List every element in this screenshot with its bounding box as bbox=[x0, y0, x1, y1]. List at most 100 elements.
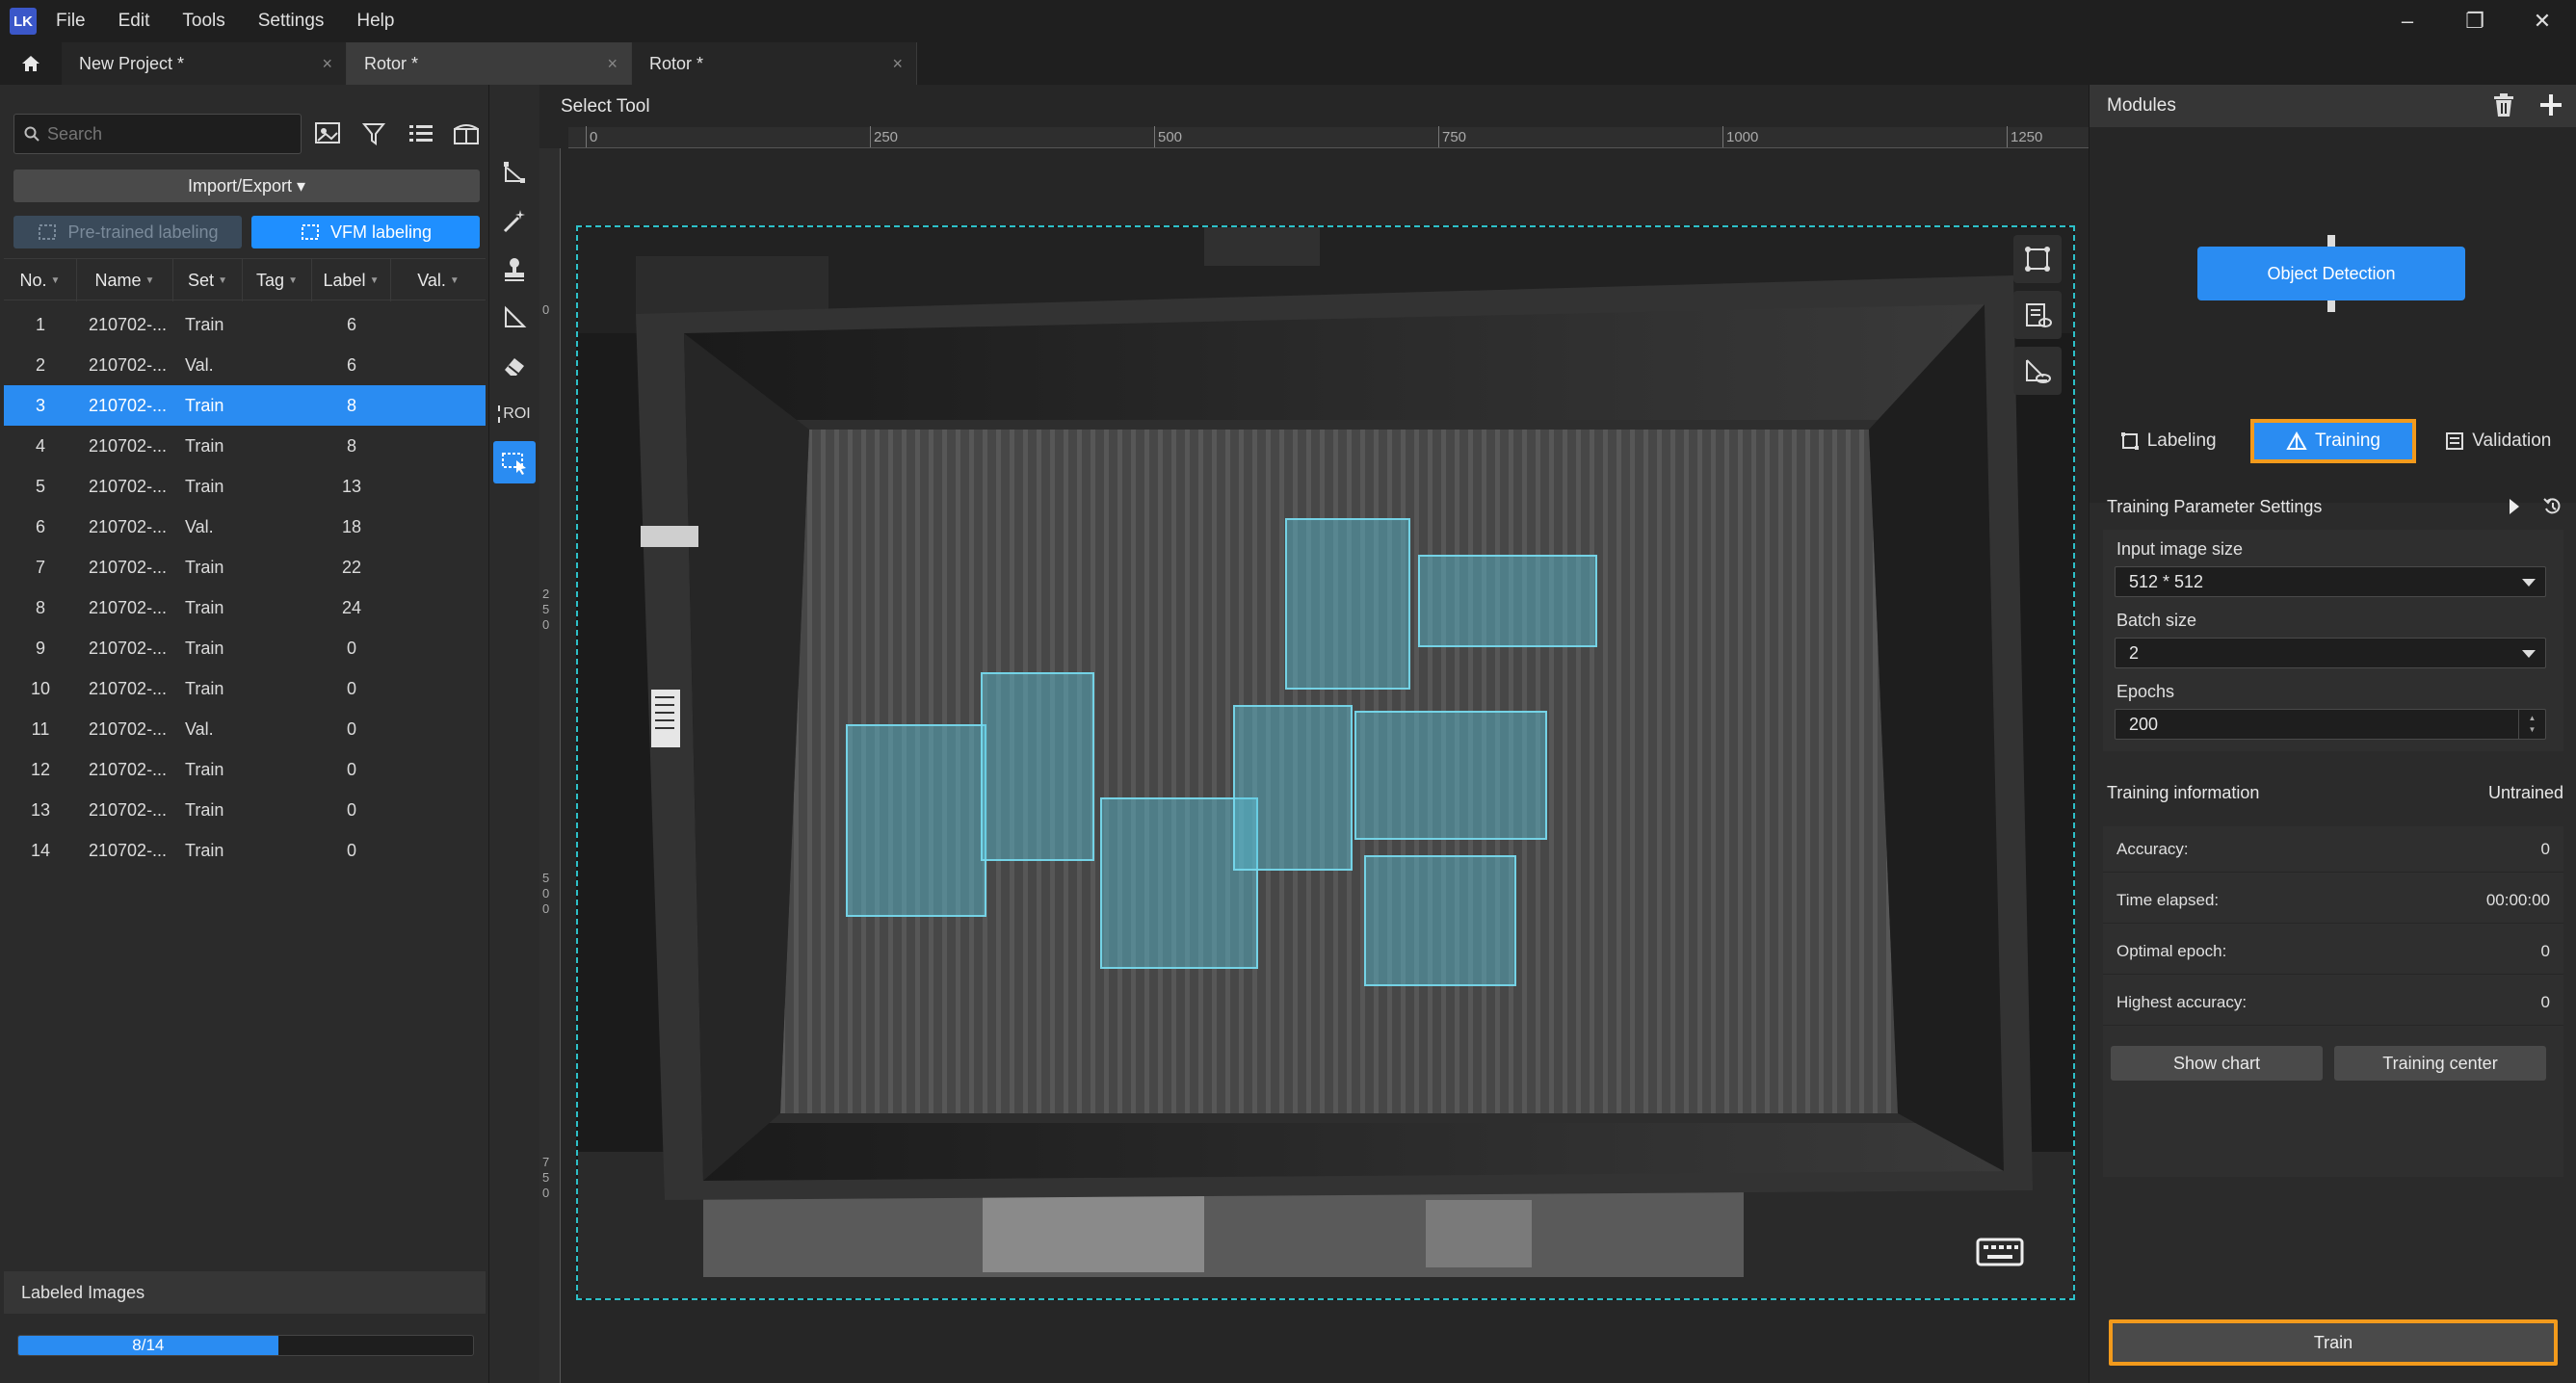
table-row[interactable]: 8 210702-... Train 24 bbox=[4, 587, 486, 628]
import-export-button[interactable]: Import/Export ▾ bbox=[13, 170, 480, 202]
trash-icon[interactable] bbox=[2492, 92, 2515, 123]
col-val[interactable]: Val. ▼ bbox=[391, 259, 486, 301]
vfm-labeling-button[interactable]: VFM labeling bbox=[251, 216, 480, 248]
list-icon[interactable] bbox=[402, 115, 440, 153]
roi-label: ROI bbox=[498, 405, 531, 423]
tab-new-project[interactable]: New Project * × bbox=[62, 42, 347, 85]
cell-tag bbox=[243, 709, 312, 749]
polygon-tool-icon[interactable] bbox=[493, 152, 536, 195]
tab-close-icon[interactable]: × bbox=[892, 54, 903, 74]
table-row[interactable]: 4 210702-... Train 8 bbox=[4, 426, 486, 466]
table-row[interactable]: 1 210702-... Train 6 bbox=[4, 304, 486, 345]
training-center-button[interactable]: Training center bbox=[2334, 1046, 2546, 1081]
mask-visibility-icon[interactable] bbox=[2013, 347, 2062, 395]
tab-labeling[interactable]: Labeling bbox=[2090, 419, 2247, 463]
col-set[interactable]: Set ▼ bbox=[173, 259, 243, 301]
menu-edit[interactable]: Edit bbox=[118, 11, 150, 32]
roi-tool[interactable]: ROI bbox=[493, 393, 536, 435]
table-row[interactable]: 5 210702-... Train 13 bbox=[4, 466, 486, 507]
menu-settings[interactable]: Settings bbox=[258, 11, 325, 32]
node-input-port[interactable] bbox=[2327, 235, 2335, 247]
bounding-box[interactable] bbox=[846, 724, 986, 917]
dataset-split-icon[interactable] bbox=[447, 115, 486, 153]
restore-icon[interactable]: ❐ bbox=[2441, 9, 2509, 34]
tab-training[interactable]: Training bbox=[2250, 419, 2416, 463]
play-icon[interactable] bbox=[2508, 497, 2521, 521]
cell-label: 0 bbox=[346, 678, 356, 698]
col-no[interactable]: No. ▼ bbox=[4, 259, 77, 301]
cell-set: Train bbox=[185, 476, 224, 496]
batch-size-select[interactable]: 2 bbox=[2115, 638, 2546, 668]
menu-file[interactable]: File bbox=[56, 11, 86, 32]
col-tag[interactable]: Tag ▼ bbox=[243, 259, 312, 301]
tab-bar: New Project * × Rotor * × Rotor * × bbox=[0, 42, 2576, 85]
filter-icon[interactable] bbox=[355, 115, 394, 153]
bounding-box[interactable] bbox=[1364, 855, 1516, 986]
train-button[interactable]: Train bbox=[2109, 1319, 2558, 1366]
tab-close-icon[interactable]: × bbox=[322, 54, 332, 74]
bounding-box[interactable] bbox=[1354, 711, 1547, 840]
input-size-value: 512 * 512 bbox=[2129, 571, 2204, 591]
tab-rotor[interactable]: Rotor * × bbox=[632, 42, 917, 85]
pretrained-labeling-button[interactable]: Pre-trained labeling bbox=[13, 216, 242, 248]
col-name[interactable]: Name ▼ bbox=[77, 259, 173, 301]
ruler-tick bbox=[586, 126, 587, 147]
tab-rotor-active[interactable]: Rotor * × bbox=[347, 42, 632, 85]
minimize-icon[interactable]: – bbox=[2374, 9, 2441, 34]
search-input[interactable] bbox=[47, 123, 288, 144]
bounding-box[interactable] bbox=[1285, 518, 1410, 690]
modules-title: Modules bbox=[2107, 95, 2176, 116]
table-row[interactable]: 10 210702-... Train 0 bbox=[4, 668, 486, 709]
cell-label: 0 bbox=[346, 759, 356, 779]
add-module-icon[interactable] bbox=[2538, 92, 2563, 123]
cell-no: 7 bbox=[35, 557, 45, 577]
epochs-stepper[interactable]: ▲ ▼ bbox=[2518, 710, 2545, 739]
magic-wand-icon[interactable] bbox=[493, 200, 536, 243]
close-window-icon[interactable]: ✕ bbox=[2509, 9, 2576, 34]
labeling-icon bbox=[2120, 432, 2139, 450]
cell-name: 210702-... bbox=[89, 354, 168, 375]
home-icon[interactable] bbox=[0, 42, 62, 85]
bounding-box[interactable] bbox=[1418, 555, 1597, 647]
cell-label: 24 bbox=[341, 597, 362, 617]
cell-val bbox=[391, 507, 486, 547]
image-settings-icon[interactable] bbox=[309, 115, 348, 153]
stamp-tool-icon[interactable] bbox=[493, 248, 536, 291]
table-row[interactable]: 13 210702-... Train 0 bbox=[4, 790, 486, 830]
table-row[interactable]: 6 210702-... Val. 18 bbox=[4, 507, 486, 547]
table-row[interactable]: 3 210702-... Train 8 bbox=[4, 385, 486, 426]
bounding-box[interactable] bbox=[1233, 705, 1353, 871]
tab-validation[interactable]: Validation bbox=[2420, 419, 2576, 463]
table-row[interactable]: 11 210702-... Val. 0 bbox=[4, 709, 486, 749]
show-chart-button[interactable]: Show chart bbox=[2111, 1046, 2323, 1081]
tab-validation-label: Validation bbox=[2472, 431, 2552, 451]
cell-no: 6 bbox=[35, 516, 45, 536]
corner-tool-icon[interactable] bbox=[493, 297, 536, 339]
reset-icon[interactable] bbox=[2542, 496, 2563, 522]
menu-help[interactable]: Help bbox=[356, 11, 394, 32]
select-tool-icon[interactable] bbox=[493, 441, 536, 483]
table-row[interactable]: 7 210702-... Train 22 bbox=[4, 547, 486, 587]
search-box[interactable] bbox=[13, 114, 302, 154]
table-row[interactable]: 14 210702-... Train 0 bbox=[4, 830, 486, 871]
node-output-port[interactable] bbox=[2327, 300, 2335, 312]
sort-icon: ▼ bbox=[449, 274, 460, 286]
object-detection-node[interactable]: Object Detection bbox=[2197, 247, 2465, 300]
eraser-icon[interactable] bbox=[493, 345, 536, 387]
bounding-box[interactable] bbox=[981, 672, 1094, 861]
show-labels-icon[interactable] bbox=[2013, 291, 2062, 339]
epochs-input[interactable]: 200 ▲ ▼ bbox=[2115, 709, 2546, 740]
keyboard-icon[interactable] bbox=[1973, 1233, 2027, 1271]
cell-name: 210702-... bbox=[89, 476, 168, 496]
cell-no: 1 bbox=[35, 314, 45, 334]
image-viewport[interactable] bbox=[576, 225, 2075, 1300]
table-row[interactable]: 12 210702-... Train 0 bbox=[4, 749, 486, 790]
fit-view-icon[interactable] bbox=[2013, 235, 2062, 283]
tab-close-icon[interactable]: × bbox=[607, 54, 618, 74]
input-size-select[interactable]: 512 * 512 bbox=[2115, 566, 2546, 597]
table-row[interactable]: 2 210702-... Val. 6 bbox=[4, 345, 486, 385]
table-row[interactable]: 9 210702-... Train 0 bbox=[4, 628, 486, 668]
menu-tools[interactable]: Tools bbox=[182, 11, 224, 32]
col-label[interactable]: Label ▼ bbox=[312, 259, 391, 301]
info-row-time: Time elapsed: 00:00:00 bbox=[2103, 877, 2563, 924]
